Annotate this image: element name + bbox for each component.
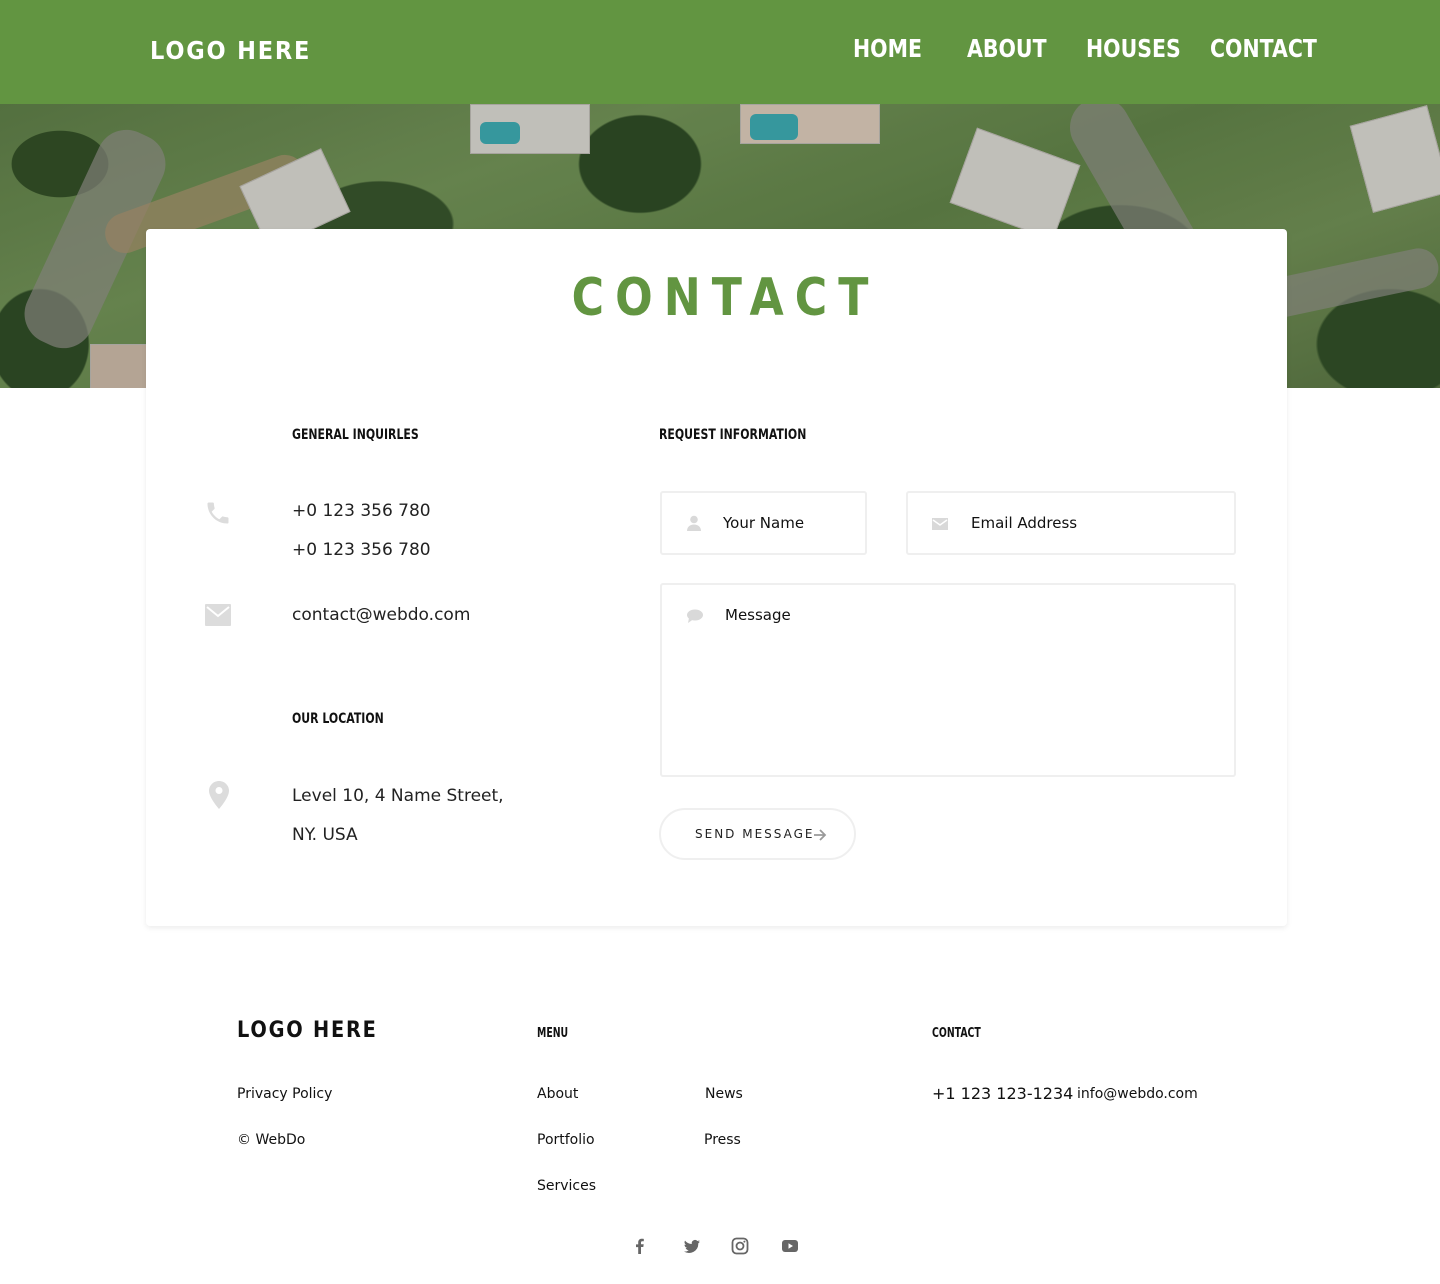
message-placeholder: Message [725,606,791,624]
footer-menu-heading: MENU [537,1026,569,1041]
request-information-heading: REQUEST INFORMATION [659,427,807,443]
phone-number-2[interactable]: +0 123 356 780 [292,540,431,560]
facebook-icon[interactable] [630,1236,650,1256]
our-location-heading: OUR LOCATION [292,711,384,727]
footer-link-about[interactable]: About [537,1086,578,1102]
page-title: CONTACT [571,268,880,328]
name-input[interactable]: Your Name [660,491,867,555]
footer-contact-heading: CONTACT [932,1026,981,1041]
twitter-icon[interactable] [682,1236,702,1256]
map-pin-icon [209,781,229,809]
nav-contact[interactable]: CONTACT [1210,34,1317,63]
footer-link-services[interactable]: Services [537,1178,596,1194]
footer-logo[interactable]: LOGO HERE [237,1018,378,1043]
address-line-2: NY. USA [292,825,358,845]
copyright-text: © WebDo [237,1132,306,1148]
site-header: LOGO HERE HOME ABOUT HOUSES CONTACT [0,0,1440,104]
envelope-icon [205,604,231,626]
send-message-button[interactable]: SEND MESSAGE [659,808,856,860]
privacy-policy-link[interactable]: Privacy Policy [237,1086,332,1102]
general-inquiries-heading: GENERAL INQUIRLES [292,427,419,443]
email-input[interactable]: Email Address [906,491,1236,555]
phone-icon [207,502,229,524]
youtube-icon[interactable] [780,1236,800,1256]
footer-phone[interactable]: +1 123 123-1234 [932,1084,1073,1103]
instagram-icon[interactable] [730,1236,750,1256]
footer-link-news[interactable]: News [705,1086,743,1102]
email-placeholder: Email Address [971,514,1078,532]
envelope-icon [932,518,948,530]
address-line-1: Level 10, 4 Name Street, [292,786,504,806]
chat-bubble-icon [687,609,703,623]
nav-about[interactable]: ABOUT [967,34,1047,63]
arrow-right-icon [814,829,827,841]
name-placeholder: Your Name [723,514,805,532]
footer-link-press[interactable]: Press [704,1132,741,1148]
user-icon [687,515,701,531]
send-message-label: SEND MESSAGE [695,827,815,841]
message-textarea[interactable]: Message [660,583,1236,777]
phone-number-1[interactable]: +0 123 356 780 [292,501,431,521]
nav-houses[interactable]: HOUSES [1086,34,1181,63]
footer-email[interactable]: info@webdo.com [1077,1086,1198,1102]
footer-link-portfolio[interactable]: Portfolio [537,1132,595,1148]
contact-email[interactable]: contact@webdo.com [292,605,470,625]
nav-home[interactable]: HOME [853,34,922,63]
site-logo[interactable]: LOGO HERE [150,36,311,65]
